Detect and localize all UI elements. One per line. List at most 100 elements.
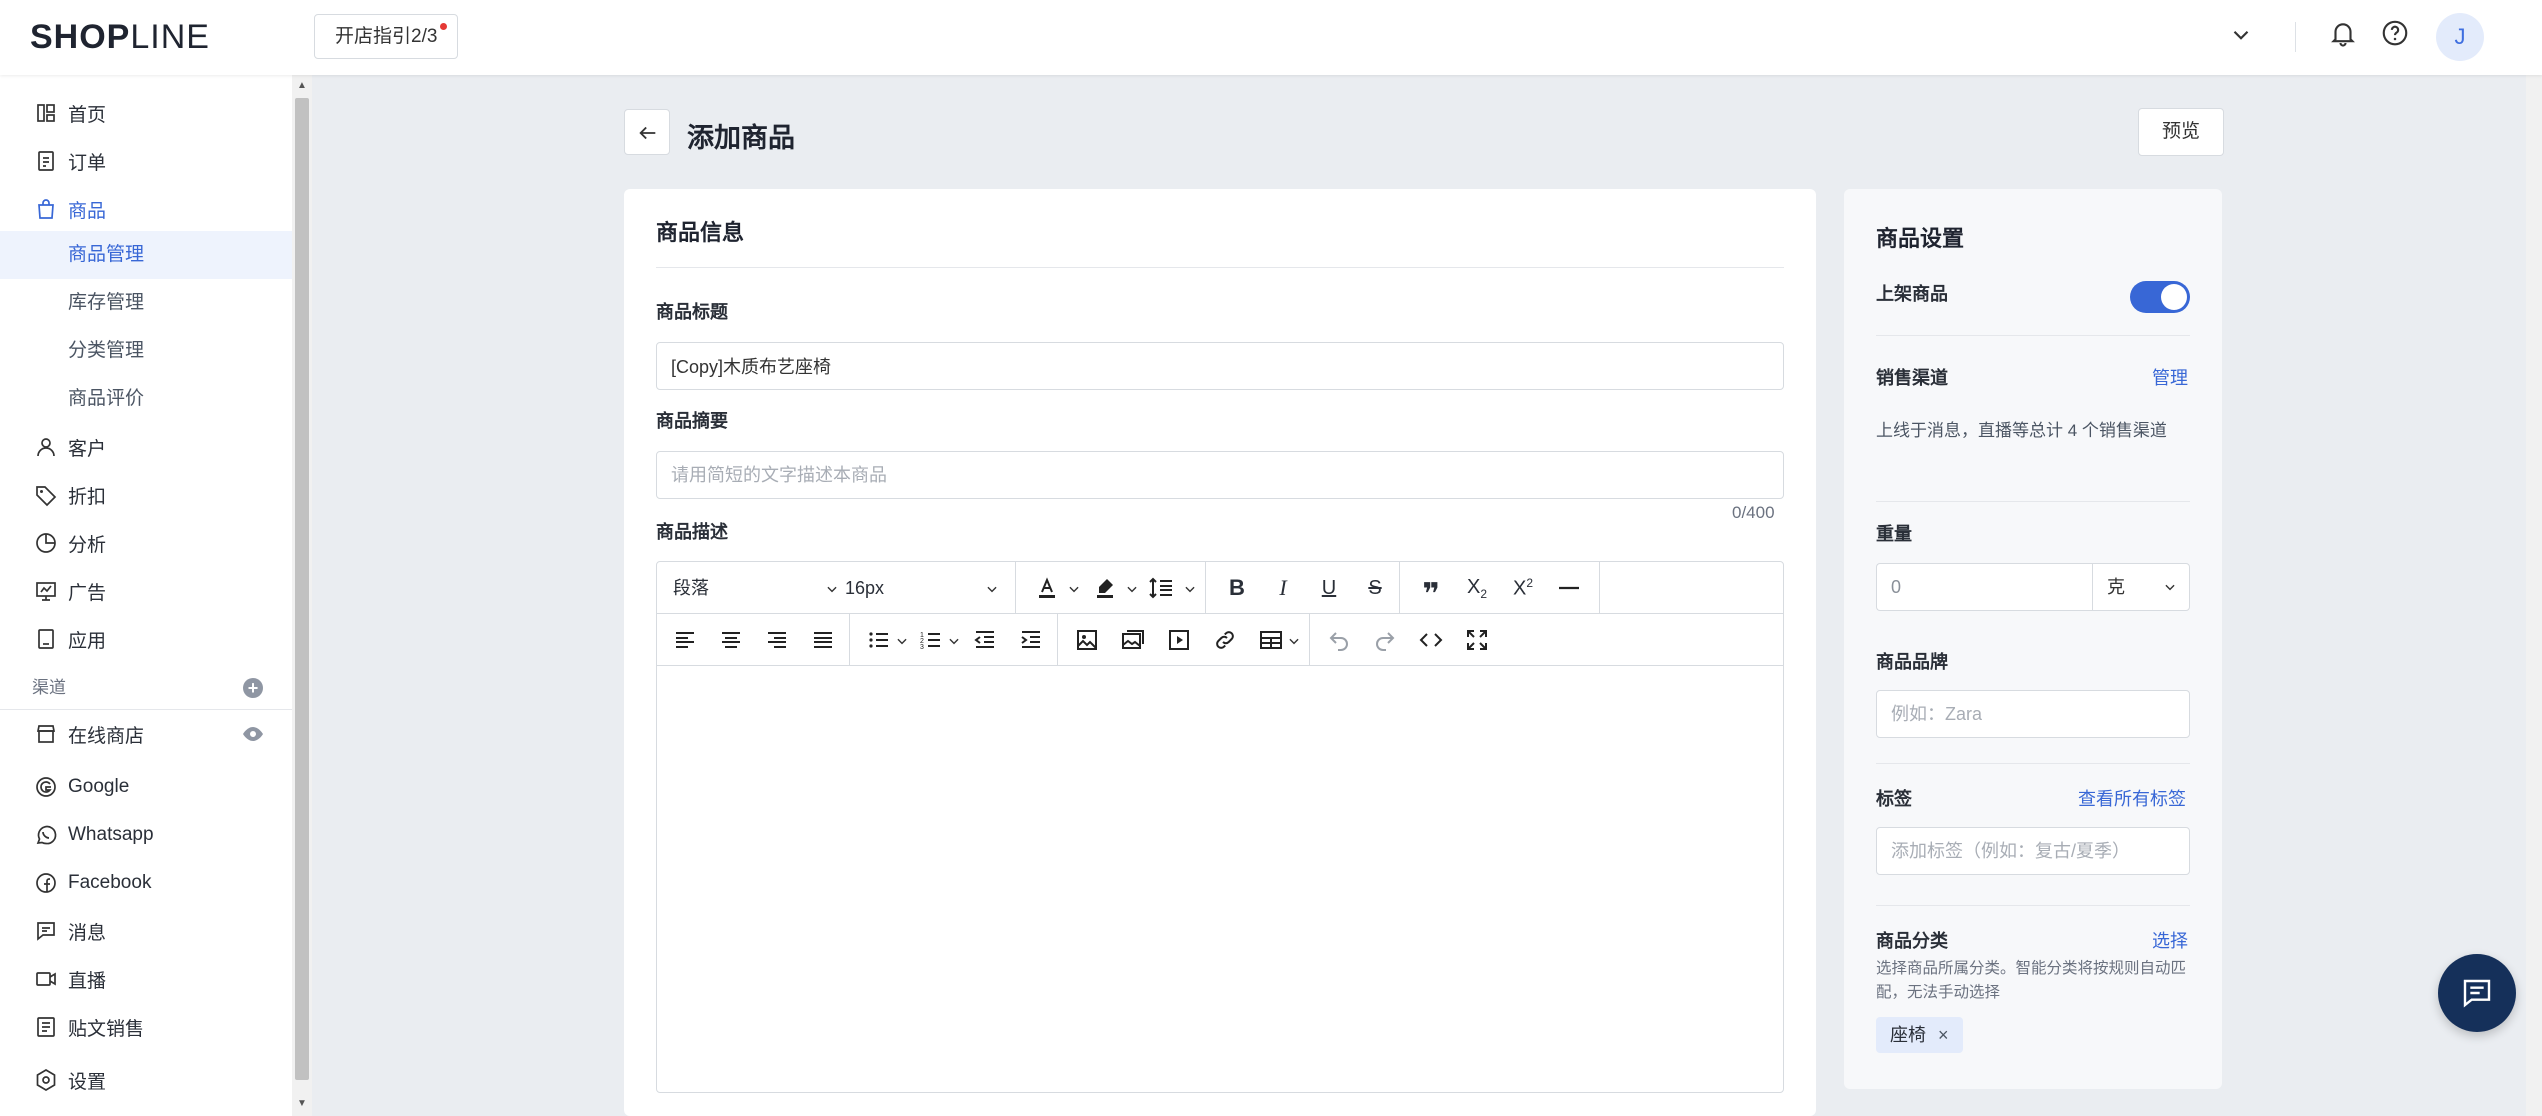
chevron-down-icon[interactable] (1183, 582, 1197, 596)
sidebar-item-google[interactable]: Google (0, 764, 292, 810)
line-height-button[interactable] (1145, 572, 1177, 604)
chevron-down-icon[interactable] (2228, 22, 2254, 48)
sidebar-item-analytics[interactable]: 分析 (0, 520, 292, 566)
undo-button[interactable] (1323, 624, 1355, 656)
link-icon (1216, 631, 1234, 649)
store-guide-button[interactable]: 开店指引2/3 (314, 14, 459, 59)
italic-button[interactable]: I (1267, 572, 1299, 604)
chevron-down-icon[interactable] (947, 634, 961, 648)
avatar[interactable]: J (2436, 13, 2484, 61)
sidebar-item-orders[interactable]: 订单 (0, 138, 292, 184)
sidebar-item-facebook[interactable]: Facebook (0, 860, 292, 906)
back-button[interactable] (624, 109, 670, 155)
highlight-color-button[interactable] (1089, 572, 1121, 604)
sidebar-subitem-product-management[interactable]: 商品管理 (0, 231, 292, 279)
chevron-down-icon[interactable] (1287, 634, 1301, 648)
blockquote-button[interactable]: ❞ (1415, 572, 1447, 611)
fullscreen-button[interactable] (1461, 624, 1493, 656)
sidebar-item-post-sales[interactable]: 贴文销售 (0, 1004, 292, 1050)
outdent-button[interactable] (969, 624, 1001, 656)
brand-label: 商品品牌 (1876, 652, 1948, 672)
publish-toggle[interactable] (2130, 281, 2190, 313)
align-right-icon (768, 632, 786, 648)
sidebar-item-label: 设置 (68, 1071, 107, 1093)
font-color-button[interactable] (1031, 572, 1063, 604)
sidebar-item-apps[interactable]: 应用 (0, 616, 292, 662)
preview-button[interactable]: 预览 (2138, 108, 2224, 156)
brand-input[interactable] (1876, 690, 2190, 738)
sidebar-item-label: 首页 (68, 104, 107, 126)
sidebar-item-whatsapp[interactable]: Whatsapp (0, 812, 292, 858)
bullet-list-button[interactable] (863, 624, 895, 656)
sidebar-item-products[interactable]: 商品 (0, 186, 292, 232)
underline-button[interactable]: U (1313, 572, 1345, 604)
chat-support-button[interactable] (2438, 954, 2516, 1032)
insert-video-button[interactable] (1163, 624, 1195, 656)
channel-section-header: 渠道 + (0, 670, 292, 706)
scroll-down-arrow-icon[interactable]: ▼ (294, 1096, 310, 1112)
select-category-link[interactable]: 选择 (2152, 927, 2188, 953)
chevron-down-icon[interactable] (1067, 582, 1081, 596)
eye-icon[interactable] (241, 722, 265, 746)
product-title-input[interactable] (656, 342, 1784, 390)
align-right-button[interactable] (761, 624, 793, 656)
insert-table-button[interactable] (1255, 624, 1287, 656)
weight-unit-select[interactable]: 克 (2092, 563, 2190, 611)
sidebar-item-discounts[interactable]: 折扣 (0, 472, 292, 518)
manage-channels-link[interactable]: 管理 (2152, 364, 2188, 390)
tags-input[interactable] (1876, 827, 2190, 875)
align-center-button[interactable] (715, 624, 747, 656)
paragraph-format-value: 段落 (673, 578, 709, 598)
tags-label: 标签 (1876, 789, 1912, 809)
strikethrough-button[interactable]: S (1359, 572, 1391, 604)
shopline-logo[interactable]: SHOPLINE (30, 18, 210, 57)
code-view-button[interactable] (1415, 624, 1447, 656)
image-gallery-button[interactable] (1117, 624, 1149, 656)
align-left-button[interactable] (669, 624, 701, 656)
help-icon[interactable] (2380, 18, 2410, 48)
sidebar-item-messages[interactable]: 消息 (0, 908, 292, 954)
subscript-button[interactable]: X2 (1461, 572, 1493, 604)
sidebar-scrollbar-thumb[interactable] (295, 98, 309, 1080)
scroll-up-arrow-icon[interactable]: ▲ (294, 78, 310, 94)
align-justify-button[interactable] (807, 624, 839, 656)
sidebar-subitem-inventory[interactable]: 库存管理 (0, 279, 292, 327)
bell-icon[interactable] (2328, 18, 2358, 48)
strikethrough-icon: S (1368, 576, 1382, 599)
font-size-select[interactable]: 16px (845, 562, 1015, 614)
sidebar-item-settings[interactable]: 设置 (0, 1057, 292, 1103)
app-icon (38, 629, 54, 649)
close-icon[interactable]: × (1938, 1025, 1949, 1045)
insert-link-button[interactable] (1209, 624, 1241, 656)
sidebar-subitem-categories[interactable]: 分类管理 (0, 327, 292, 375)
sidebar-item-customers[interactable]: 客户 (0, 424, 292, 470)
numbered-list-button[interactable]: 123 (915, 624, 947, 656)
sidebar-item-label: 折扣 (68, 486, 107, 508)
product-info-card: 商品信息 商品标题 商品摘要 0/400 商品描述 段落 16px (624, 189, 1816, 1116)
post-icon (37, 1017, 55, 1037)
page-scrollbar[interactable] (2526, 0, 2542, 1116)
chevron-down-icon[interactable] (1125, 582, 1139, 596)
sidebar-item-ads[interactable]: 广告 (0, 568, 292, 614)
redo-button[interactable] (1369, 624, 1401, 656)
sales-channels-label: 销售渠道 (1876, 368, 1948, 388)
sidebar-item-live[interactable]: 直播 (0, 956, 292, 1002)
superscript-button[interactable]: X2 (1507, 572, 1539, 604)
sidebar-item-home[interactable]: 首页 (0, 90, 292, 136)
product-summary-input[interactable] (656, 451, 1784, 499)
sidebar-subitem-reviews[interactable]: 商品评价 (0, 375, 292, 423)
indent-button[interactable] (1015, 624, 1047, 656)
undo-icon (1329, 632, 1348, 651)
horizontal-rule-button[interactable] (1553, 572, 1585, 604)
paragraph-format-select[interactable]: 段落 (673, 562, 853, 614)
sidebar-divider (0, 709, 292, 710)
insert-image-button[interactable] (1071, 624, 1103, 656)
sidebar-item-online-store[interactable]: 在线商店 (0, 711, 292, 757)
weight-input[interactable] (1876, 563, 2092, 611)
sidebar-item-label: 消息 (68, 922, 107, 944)
editor-content-area[interactable] (657, 666, 1783, 1092)
add-channel-icon[interactable]: + (243, 678, 263, 698)
chevron-down-icon[interactable] (895, 634, 909, 648)
bold-button[interactable]: B (1221, 572, 1253, 604)
view-all-tags-link[interactable]: 查看所有标签 (2078, 785, 2186, 811)
